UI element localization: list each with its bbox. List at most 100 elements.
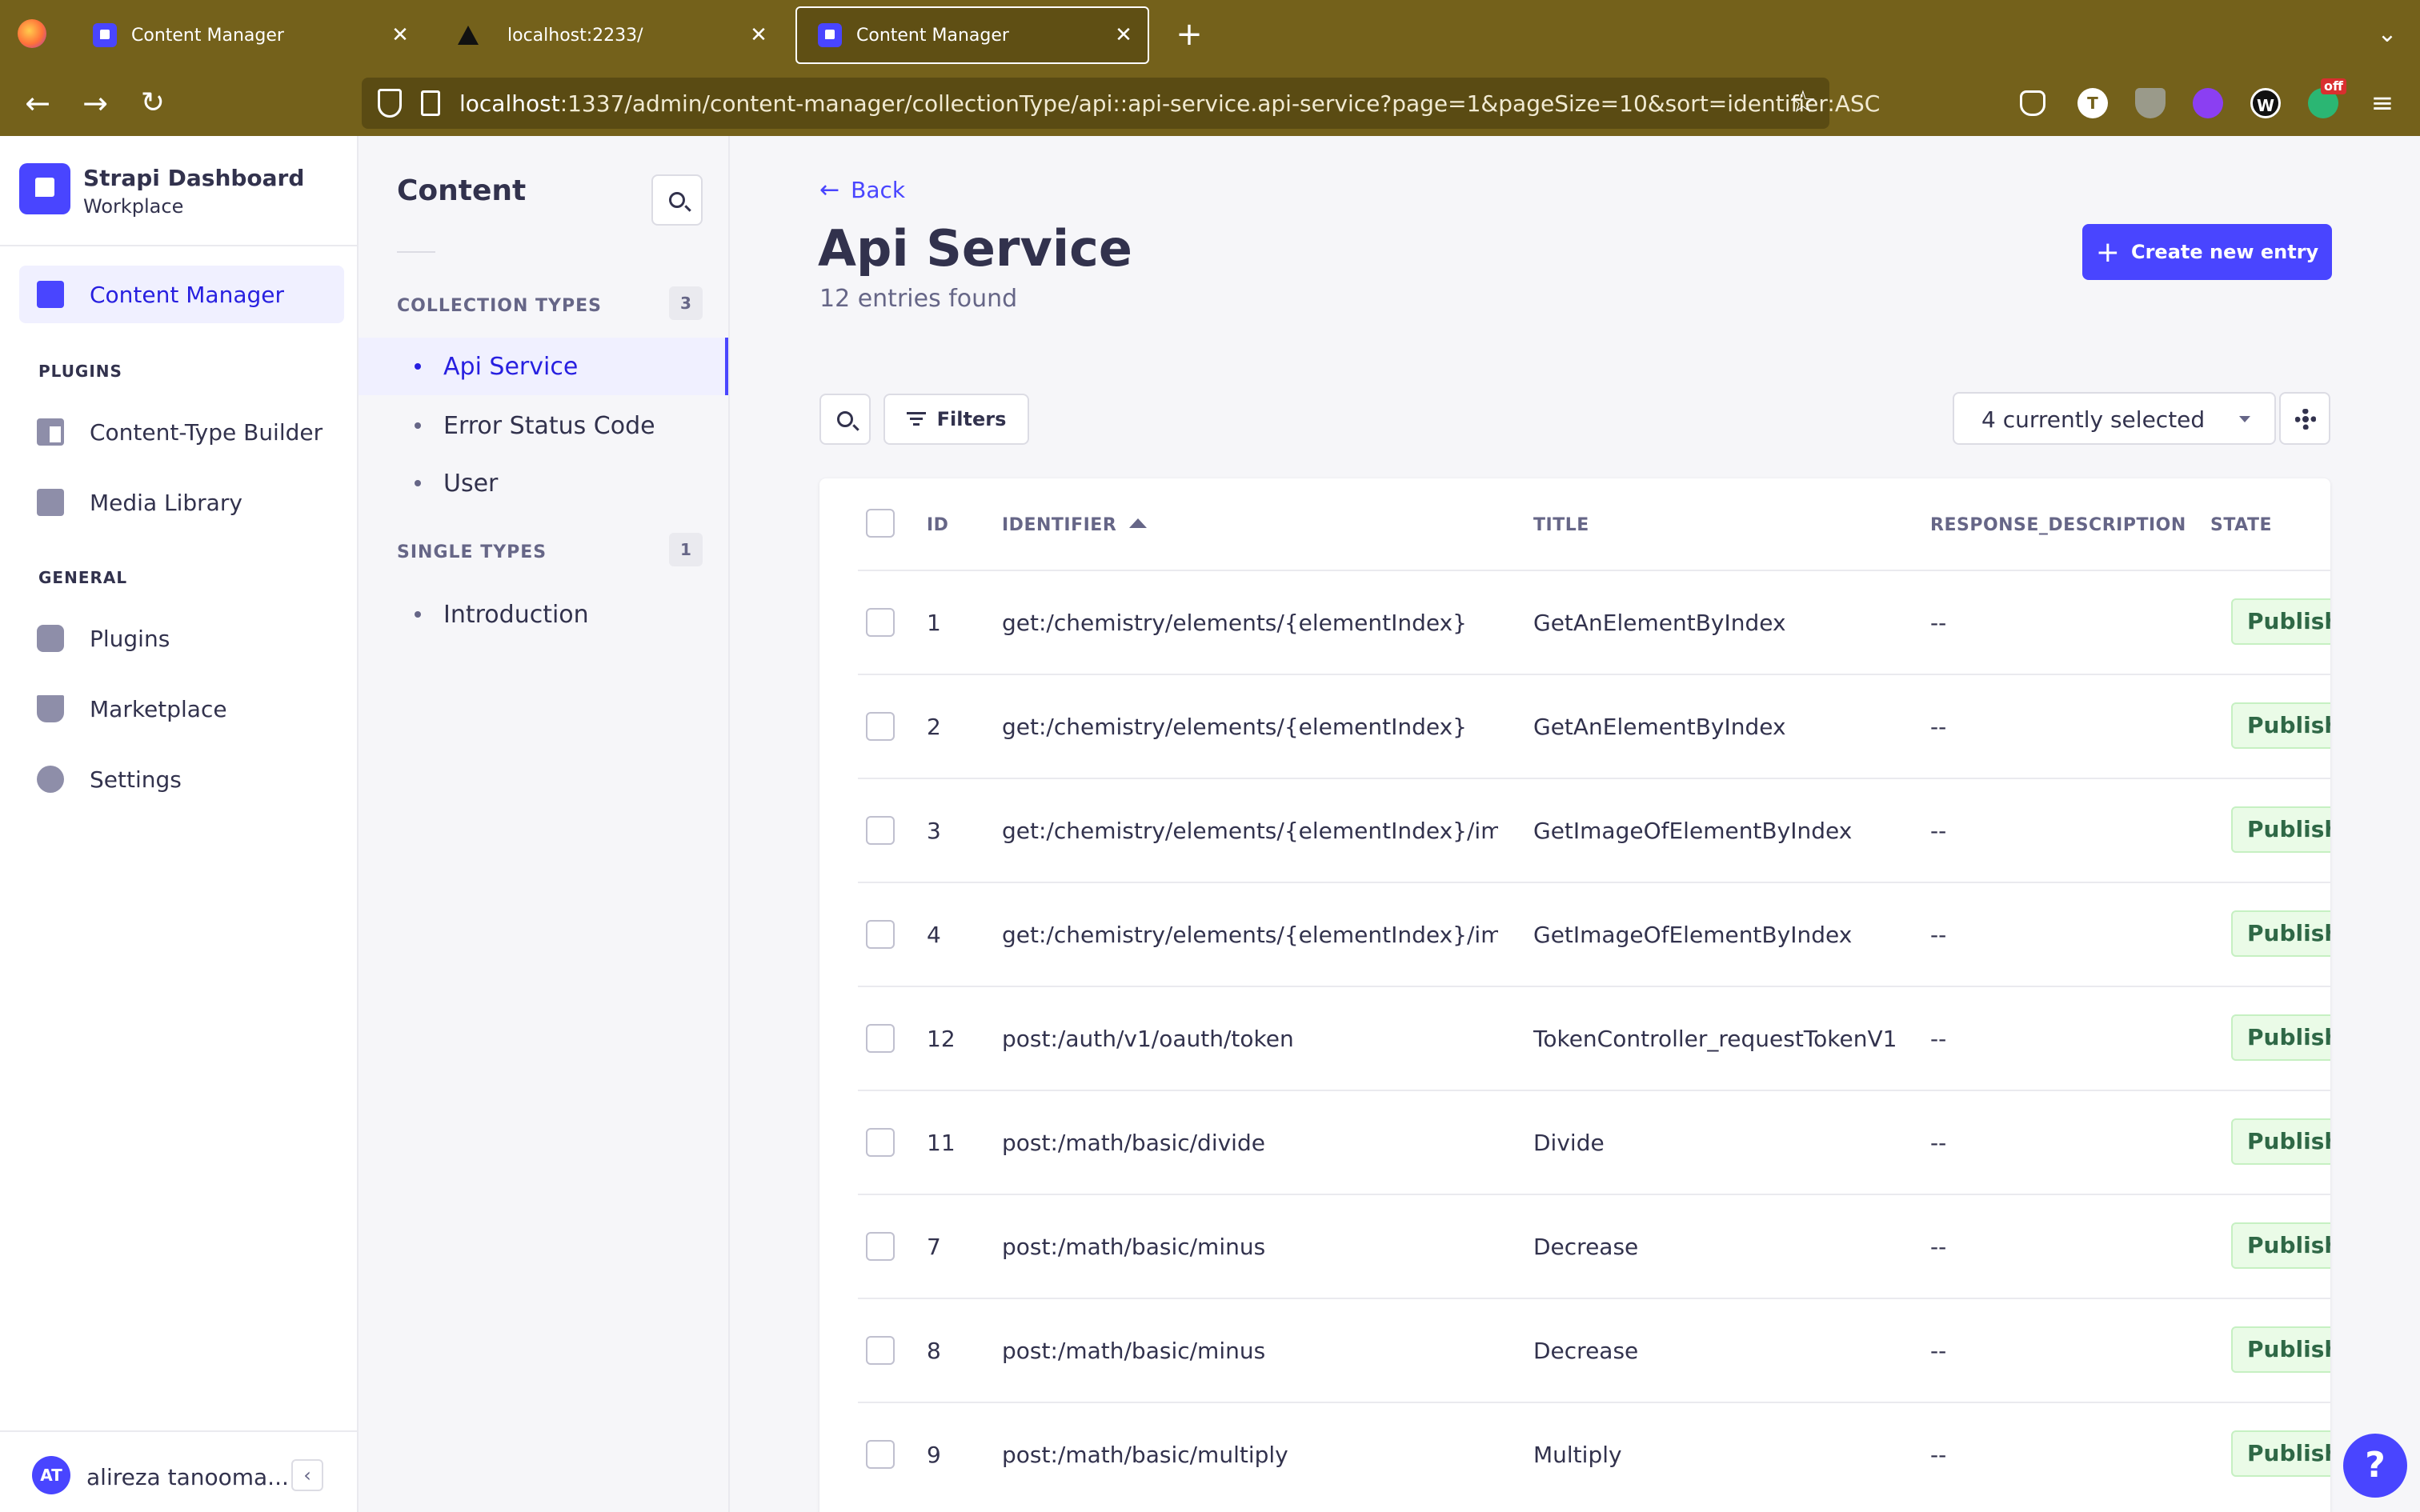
cell-id: 1 <box>927 610 941 636</box>
column-header-identifier[interactable]: IDENTIFIER <box>1002 515 1148 535</box>
cell-title: GetImageOfElementByIndex <box>1533 922 1853 948</box>
table-row[interactable]: 4 get:/chemistry/elements/{elementIndex}/… <box>858 882 2330 986</box>
brand: Strapi Dashboard Workplace <box>0 136 357 246</box>
row-checkbox[interactable] <box>866 1336 895 1365</box>
row-checkbox[interactable] <box>866 920 895 949</box>
nav-content-manager[interactable]: Content Manager <box>19 266 344 323</box>
single-types-heading[interactable]: SINGLE TYPES <box>397 542 547 562</box>
subnav-item-user[interactable]: User <box>359 454 728 512</box>
cell-id: 2 <box>927 714 941 740</box>
status-badge: Published <box>2231 1326 2330 1373</box>
cell-title: GetAnElementByIndex <box>1533 714 1786 740</box>
cell-title: GetImageOfElementByIndex <box>1533 818 1853 844</box>
filters-button[interactable]: Filters <box>883 394 1029 445</box>
url-text[interactable]: localhost:1337/admin/content-manager/col… <box>459 90 1880 117</box>
shield-icon[interactable] <box>378 89 402 118</box>
address-bar[interactable]: localhost:1337/admin/content-manager/col… <box>362 78 1880 129</box>
entries-count: 12 entries found <box>819 285 1018 313</box>
arrow-left-icon: ← <box>819 176 840 204</box>
back-arrow-icon[interactable]: ← <box>16 82 59 125</box>
table-row[interactable]: 1 get:/chemistry/elements/{elementIndex} G… <box>858 570 2330 674</box>
back-link[interactable]: ← Back <box>819 176 905 204</box>
cell-response-description: -- <box>1930 610 1947 636</box>
nav-marketplace[interactable]: Marketplace <box>19 680 344 738</box>
column-header-response-description[interactable]: RESPONSE_DESCRIPTION <box>1930 515 2186 535</box>
row-checkbox[interactable] <box>866 712 895 741</box>
browser-tab-active[interactable]: Content Manager ✕ <box>795 6 1149 64</box>
chevron-down-icon[interactable]: ⌄ <box>2369 16 2406 53</box>
pocket-icon[interactable] <box>2020 90 2045 116</box>
brand-subtitle: Workplace <box>83 195 184 218</box>
tab-title: localhost:2233/ <box>507 25 643 46</box>
subnav-search-button[interactable] <box>651 174 703 226</box>
extension-icon[interactable] <box>2193 88 2223 118</box>
page-icon <box>421 90 440 116</box>
row-checkbox[interactable] <box>866 1232 895 1261</box>
sort-ascending-icon[interactable] <box>1129 518 1148 528</box>
table-row[interactable]: 2 get:/chemistry/elements/{elementIndex} G… <box>858 674 2330 778</box>
close-icon[interactable]: ✕ <box>384 23 416 47</box>
status-badge: Published <box>2231 910 2330 957</box>
close-icon[interactable]: ✕ <box>743 23 775 47</box>
wallet-icon[interactable]: W <box>2250 88 2281 118</box>
row-checkbox[interactable] <box>866 1128 895 1157</box>
row-checkbox[interactable] <box>866 816 895 845</box>
firefox-icon[interactable] <box>18 19 46 48</box>
subnav-item-api-service[interactable]: Api Service <box>359 338 728 395</box>
help-button[interactable]: ? <box>2343 1434 2407 1498</box>
displayed-columns-select[interactable]: 4 currently selected <box>1953 392 2276 445</box>
avatar[interactable]: AT <box>32 1456 70 1494</box>
browser-tab[interactable]: Content Manager ✕ <box>72 6 424 64</box>
bullet-icon <box>415 363 421 370</box>
collection-types-count: 3 <box>669 286 703 320</box>
row-checkbox[interactable] <box>866 1440 895 1469</box>
nav-settings[interactable]: Settings <box>19 750 344 808</box>
row-checkbox[interactable] <box>866 1024 895 1053</box>
main-content: ← Back Api Service 12 entries found + Cr… <box>730 136 2420 1512</box>
browser-tab-bar: Content Manager ✕ localhost:2233/ ✕ Cont… <box>0 0 2420 70</box>
table-row[interactable]: 3 get:/chemistry/elements/{elementIndex}/… <box>858 778 2330 882</box>
plus-icon: + <box>2095 235 2120 269</box>
reload-icon[interactable]: ↻ <box>131 82 174 125</box>
extension-off-icon[interactable]: off <box>2308 78 2346 118</box>
subnav-title: Content <box>397 174 527 207</box>
nav-label: Marketplace <box>90 695 227 722</box>
nav-label: Content Manager <box>90 281 284 308</box>
table-row[interactable]: 8 post:/math/basic/minus Decrease -- Publish… <box>858 1298 2330 1402</box>
strapi-logo-icon <box>19 163 70 214</box>
collection-types-heading[interactable]: COLLECTION TYPES <box>397 296 602 316</box>
browser-tab[interactable]: localhost:2233/ ✕ <box>431 6 783 64</box>
nav-content-type-builder[interactable]: Content-Type Builder <box>19 403 344 461</box>
entries-table: ID IDENTIFIER TITLE RESPONSE_DESCRIPTION… <box>819 478 2330 1512</box>
cell-identifier: get:/chemistry/elements/{elementIndex} <box>1002 610 1467 636</box>
subnav-item-introduction[interactable]: Introduction <box>359 586 728 643</box>
view-settings-button[interactable] <box>2279 392 2330 445</box>
forward-arrow-icon[interactable]: → <box>74 82 117 125</box>
table-row[interactable]: 11 post:/math/basic/divide Divide -- Publish… <box>858 1090 2330 1194</box>
new-tab-button[interactable]: + <box>1168 14 1210 56</box>
column-header-state[interactable]: STATE <box>2210 515 2272 535</box>
table-row[interactable]: 9 post:/math/basic/multiply Multiply -- Publ… <box>858 1402 2330 1506</box>
column-header-id[interactable]: ID <box>927 515 948 535</box>
close-icon[interactable]: ✕ <box>1108 23 1140 47</box>
collapse-nav-button[interactable]: ‹ <box>291 1459 323 1491</box>
nav-plugins[interactable]: Plugins <box>19 610 344 667</box>
subnav-item-error-status-code[interactable]: Error Status Code <box>359 397 728 454</box>
table-row[interactable]: 12 post:/auth/v1/oauth/token TokenControll… <box>858 986 2330 1090</box>
bookmark-star-icon[interactable]: ☆ <box>1789 84 1817 119</box>
table-row[interactable]: 7 post:/math/basic/minus Decrease -- Publish… <box>858 1194 2330 1298</box>
row-checkbox[interactable] <box>866 608 895 637</box>
shield-extension-icon[interactable] <box>2135 88 2166 118</box>
cell-response-description: -- <box>1930 1338 1947 1364</box>
status-badge: Published <box>2231 598 2330 645</box>
column-header-title[interactable]: TITLE <box>1533 515 1589 535</box>
select-all-checkbox[interactable] <box>866 509 895 538</box>
nav-label: Media Library <box>90 489 242 516</box>
image-icon <box>37 489 64 516</box>
t-extension-icon[interactable]: T <box>2077 88 2108 118</box>
table-search-button[interactable] <box>819 394 871 445</box>
user-name[interactable]: alireza tanooma... <box>86 1464 289 1490</box>
create-new-entry-button[interactable]: + Create new entry <box>2082 224 2332 280</box>
menu-icon[interactable]: ≡ <box>2361 82 2404 125</box>
nav-media-library[interactable]: Media Library <box>19 474 344 531</box>
